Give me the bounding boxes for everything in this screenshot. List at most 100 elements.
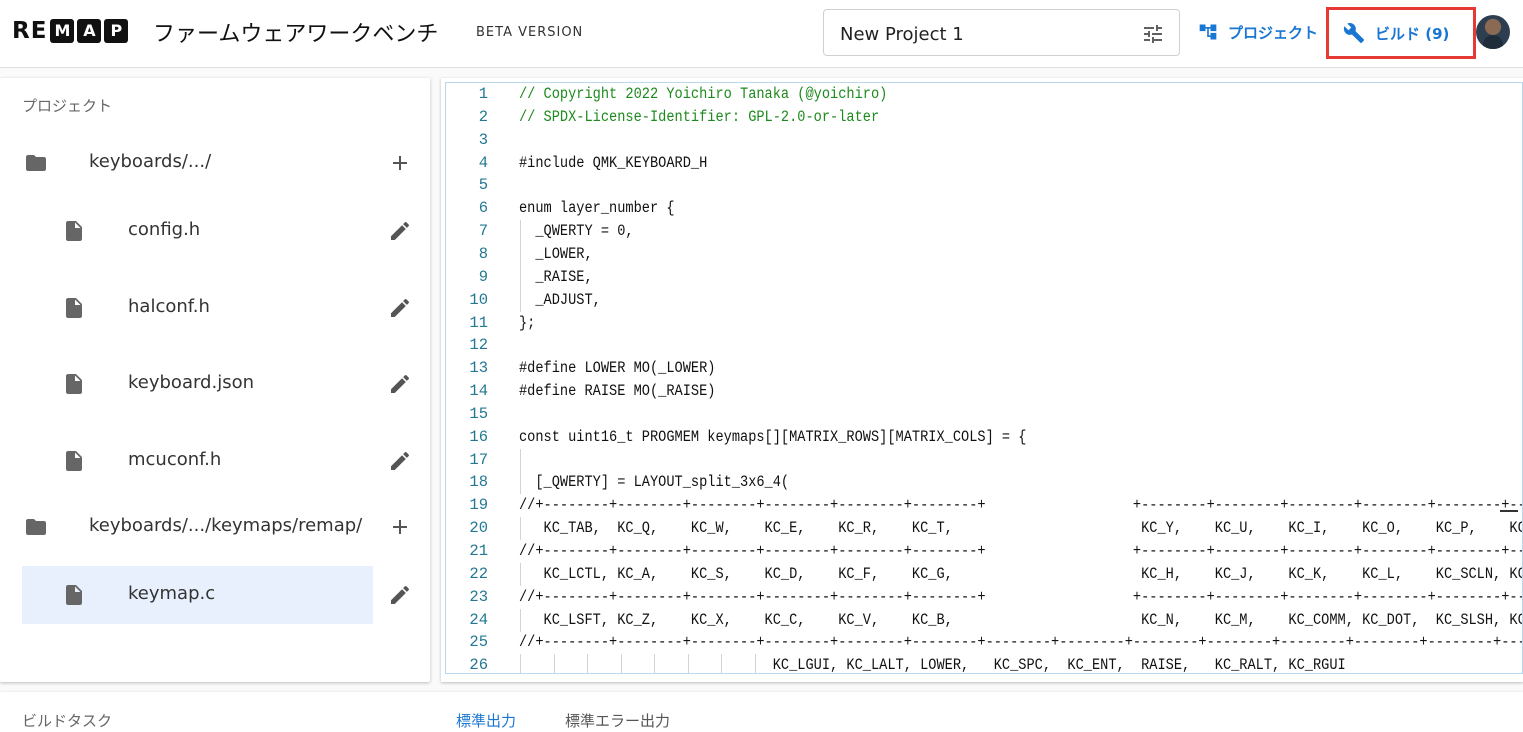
code-line[interactable]: 3	[446, 129, 1522, 152]
code-text: #define LOWER MO(_LOWER)	[519, 359, 716, 378]
file-icon	[66, 585, 82, 605]
line-number: 20	[469, 519, 488, 538]
line-number: 14	[469, 382, 488, 401]
line-number: 17	[469, 450, 488, 469]
line-number: 23	[469, 587, 488, 606]
code-line[interactable]: 15	[446, 403, 1522, 426]
tree-folder-row[interactable]: keyboards/.../	[22, 134, 407, 192]
nav-project-button[interactable]: プロジェクト	[1198, 14, 1318, 50]
tune-icon[interactable]	[1141, 22, 1165, 46]
code-line[interactable]: 4 #include QMK_KEYBOARD_H	[446, 152, 1522, 175]
edit-icon[interactable]	[388, 219, 412, 243]
project-panel-heading: プロジェクト	[22, 97, 113, 115]
build-task-heading: ビルドタスク	[22, 712, 113, 730]
tree-file-row[interactable]: halconf.h	[22, 279, 410, 337]
tab-stdout[interactable]: 標準出力	[456, 710, 516, 731]
file-icon	[66, 451, 82, 471]
code-text: KC_LGUI, KC_LALT, LOWER, KC_SPC, KC_ENT,…	[519, 656, 1346, 674]
line-number: 22	[469, 564, 488, 583]
line-number: 18	[469, 473, 488, 492]
line-number: 12	[469, 336, 488, 355]
tree-file-row[interactable]: keyboard.json	[22, 355, 410, 413]
code-text: _QWERTY = 0,	[519, 222, 634, 241]
code-text: #define RAISE MO(_RAISE)	[519, 382, 716, 401]
code-line[interactable]: 23 //+--------+--------+--------+--------…	[446, 586, 1523, 609]
line-number: 8	[478, 244, 488, 263]
project-panel: プロジェクト keyboards/.../ config.h halconf.h	[0, 78, 430, 682]
code-text: //+--------+--------+--------+--------+-…	[519, 633, 1523, 652]
line-number: 24	[469, 610, 488, 629]
tree-file-row[interactable]: config.h	[22, 202, 410, 260]
code-line[interactable]: 21 //+--------+--------+--------+--------…	[446, 540, 1522, 563]
app-header: RE M A P ファームウェアワークベンチ BETA VERSION プロジェ…	[0, 0, 1523, 68]
code-line[interactable]: 26 KC_LGUI, KC_LALT, LOWER, KC_SPC, KC_E…	[446, 654, 1522, 674]
code-line[interactable]: 5	[446, 174, 1522, 197]
line-number: 9	[478, 267, 488, 286]
code-line[interactable]: 17	[446, 448, 1522, 472]
code-line[interactable]: 22 KC_LCTL, KC_A, KC_S, KC_D, KC_F, KC_G…	[446, 562, 1523, 586]
project-name-field[interactable]	[823, 9, 1180, 56]
remap-logo[interactable]: RE M A P	[12, 18, 129, 44]
overview-ruler-marker	[1500, 510, 1518, 512]
nav-build-button[interactable]: ビルド (9)	[1326, 7, 1476, 59]
line-number: 25	[469, 633, 488, 652]
edit-icon[interactable]	[388, 296, 412, 320]
tree-file-row-selected[interactable]: keymap.c	[22, 566, 410, 624]
code-text: KC_TAB, KC_Q, KC_W, KC_E, KC_R, KC_T, KC…	[519, 519, 1523, 538]
add-icon[interactable]	[388, 515, 412, 539]
account-tree-icon	[1199, 24, 1217, 40]
line-number: 10	[469, 290, 488, 309]
code-text: //+--------+--------+--------+--------+-…	[519, 496, 1523, 515]
code-text: _LOWER,	[519, 244, 593, 263]
logo-text: RE	[12, 18, 48, 44]
build-task-panel: ビルドタスク 標準出力 標準エラー出力	[0, 692, 1523, 732]
code-line[interactable]: 25 //+--------+--------+--------+--------…	[446, 631, 1523, 654]
code-text: enum layer_number {	[519, 199, 675, 218]
code-text: KC_LCTL, KC_A, KC_S, KC_D, KC_F, KC_G, K…	[519, 564, 1523, 583]
line-number: 7	[478, 222, 488, 241]
code-line[interactable]: 9 _RAISE,	[446, 265, 1522, 289]
code-line[interactable]: 1 // Copyright 2022 Yoichiro Tanaka (@yoi…	[446, 83, 1522, 106]
code-text: };	[519, 313, 536, 332]
code-text: const uint16_t PROGMEM keymaps[][MATRIX_…	[519, 427, 1027, 446]
code-line[interactable]: 7 _QWERTY = 0,	[446, 220, 1522, 244]
code-line[interactable]: 2 // SPDX-License-Identifier: GPL-2.0-or-…	[446, 106, 1522, 129]
code-line[interactable]: 6 enum layer_number {	[446, 197, 1522, 220]
code-line[interactable]: 14 #define RAISE MO(_RAISE)	[446, 380, 1522, 403]
code-line[interactable]: 24 KC_LSFT, KC_Z, KC_X, KC_C, KC_V, KC_B…	[446, 608, 1522, 632]
indent-guide	[520, 448, 521, 472]
tree-folder-row[interactable]: keyboards/.../keymaps/remap/	[22, 498, 407, 556]
user-avatar[interactable]	[1476, 15, 1510, 49]
nav-project-label: プロジェクト	[1228, 23, 1319, 42]
logo-letter-p: P	[104, 19, 129, 43]
code-line[interactable]: 13 #define LOWER MO(_LOWER)	[446, 357, 1522, 380]
code-line[interactable]: 8 _LOWER,	[446, 242, 1522, 266]
code-line[interactable]: 11};	[446, 312, 1522, 335]
logo-letter-a: A	[77, 19, 102, 43]
line-number: 21	[469, 542, 488, 560]
project-name-input[interactable]	[840, 22, 1120, 46]
code-line[interactable]: 16 const uint16_t PROGMEM keymaps[][MATRI…	[446, 426, 1522, 449]
code-line[interactable]: 20 KC_TAB, KC_Q, KC_W, KC_E, KC_R, KC_T,…	[446, 517, 1523, 541]
line-number: 26	[469, 656, 488, 674]
wrench-icon	[1343, 23, 1365, 44]
edit-icon[interactable]	[388, 583, 412, 607]
edit-icon[interactable]	[388, 372, 412, 396]
line-number: 11	[469, 313, 488, 332]
folder-icon	[26, 519, 46, 535]
code-line[interactable]: 12	[446, 334, 1522, 357]
code-line[interactable]: 18 [_QWERTY] = LAYOUT_split_3x6_4(	[446, 471, 1522, 495]
add-icon[interactable]	[388, 151, 412, 175]
tab-stderr[interactable]: 標準エラー出力	[565, 710, 670, 731]
code-text: //+--------+--------+--------+--------+-…	[519, 587, 1523, 606]
tree-file-label: keymap.c	[128, 583, 216, 604]
code-text: [_QWERTY] = LAYOUT_split_3x6_4(	[519, 473, 790, 492]
tree-file-label: keyboard.json	[128, 372, 255, 393]
code-line[interactable]: 19 //+--------+--------+--------+--------…	[446, 494, 1523, 517]
edit-icon[interactable]	[388, 449, 412, 473]
code-line[interactable]: 10 _ADJUST,	[446, 288, 1522, 312]
line-number: 1	[478, 85, 488, 103]
line-number: 13	[469, 359, 488, 378]
tree-file-row[interactable]: mcuconf.h	[22, 432, 410, 490]
code-editor[interactable]: 1 // Copyright 2022 Yoichiro Tanaka (@yoi…	[445, 82, 1523, 674]
